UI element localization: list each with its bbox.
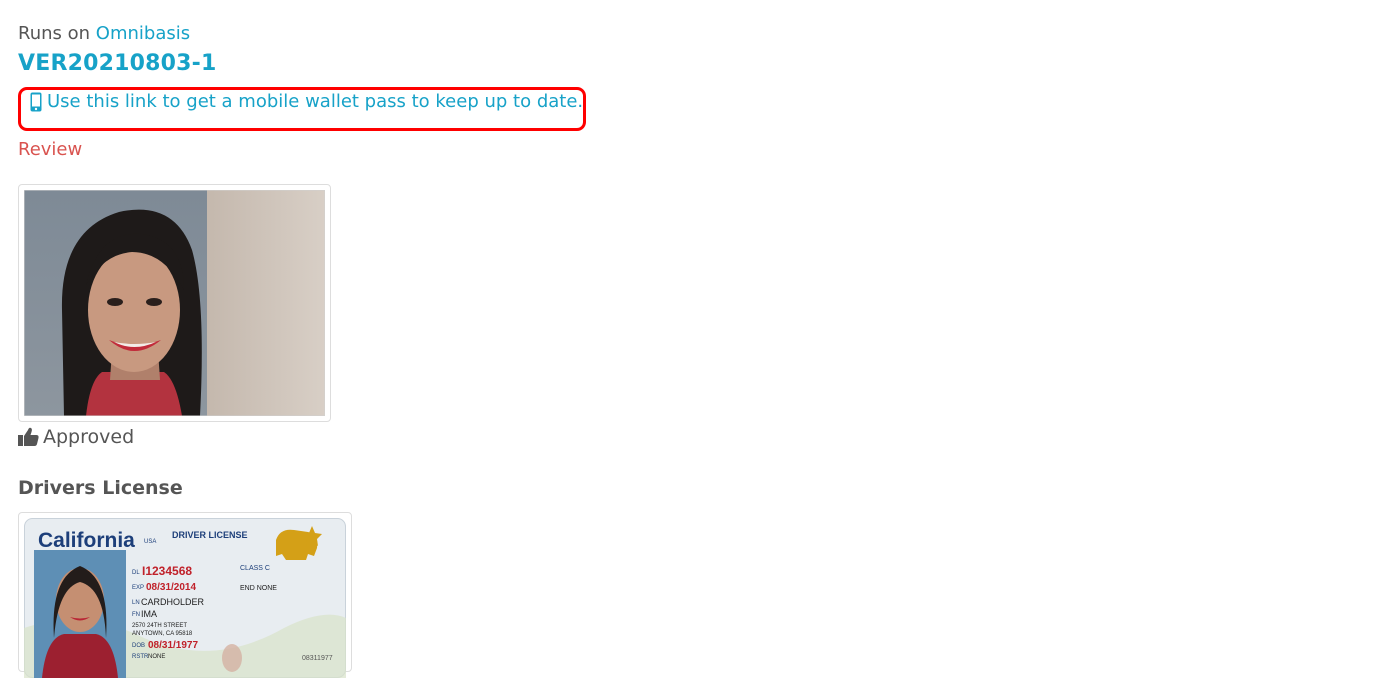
runs-on-label: Runs on — [18, 23, 91, 44]
rstr-label: RSTR — [132, 654, 149, 660]
license-endorsements: END NONE — [240, 585, 277, 592]
review-link[interactable]: Review — [18, 139, 82, 161]
drivers-license-image: California USA DRIVER LICENSE CLASS C EN… — [18, 512, 352, 678]
selfie-image — [23, 189, 326, 417]
license-side-number: 08311977 — [302, 655, 333, 662]
thumbs-up-icon — [18, 427, 39, 446]
dl-number: I1234568 — [142, 564, 192, 578]
mobile-phone-icon — [30, 92, 42, 112]
omnibasis-link[interactable]: Omnibasis — [96, 23, 190, 44]
approval-status: Approved — [18, 425, 134, 449]
license-type: DRIVER LICENSE — [172, 530, 248, 540]
exp-date: 08/31/2014 — [146, 582, 196, 593]
address-line-1: 2570 24TH STREET — [132, 623, 187, 629]
dl-label: DL — [132, 570, 140, 576]
runs-on-line: Runs on Omnibasis — [18, 23, 190, 45]
dob-value: 08/31/1977 — [148, 640, 198, 651]
last-name: CARDHOLDER — [141, 597, 205, 607]
document-section-title: Drivers License — [18, 477, 183, 499]
ln-label: LN — [132, 600, 140, 606]
mobile-wallet-link-text: Use this link to get a mobile wallet pas… — [47, 91, 584, 112]
license-card: California USA DRIVER LICENSE CLASS C EN… — [24, 518, 346, 678]
address-line-2: ANYTOWN, CA 95818 — [132, 631, 193, 637]
verification-id-link[interactable]: VER20210803-1 — [18, 51, 217, 77]
dob-label: DOB — [132, 643, 145, 649]
license-state: California — [38, 529, 135, 552]
selfie-photo — [18, 184, 331, 422]
license-country: USA — [144, 539, 156, 545]
first-name: IMA — [141, 609, 157, 619]
license-class: CLASS C — [240, 565, 270, 572]
exp-label: EXP — [132, 585, 144, 591]
mobile-wallet-link[interactable]: Use this link to get a mobile wallet pas… — [30, 91, 583, 113]
approval-status-text: Approved — [43, 426, 135, 448]
fn-label: FN — [132, 612, 140, 618]
rstr-value: NONE — [148, 654, 165, 660]
